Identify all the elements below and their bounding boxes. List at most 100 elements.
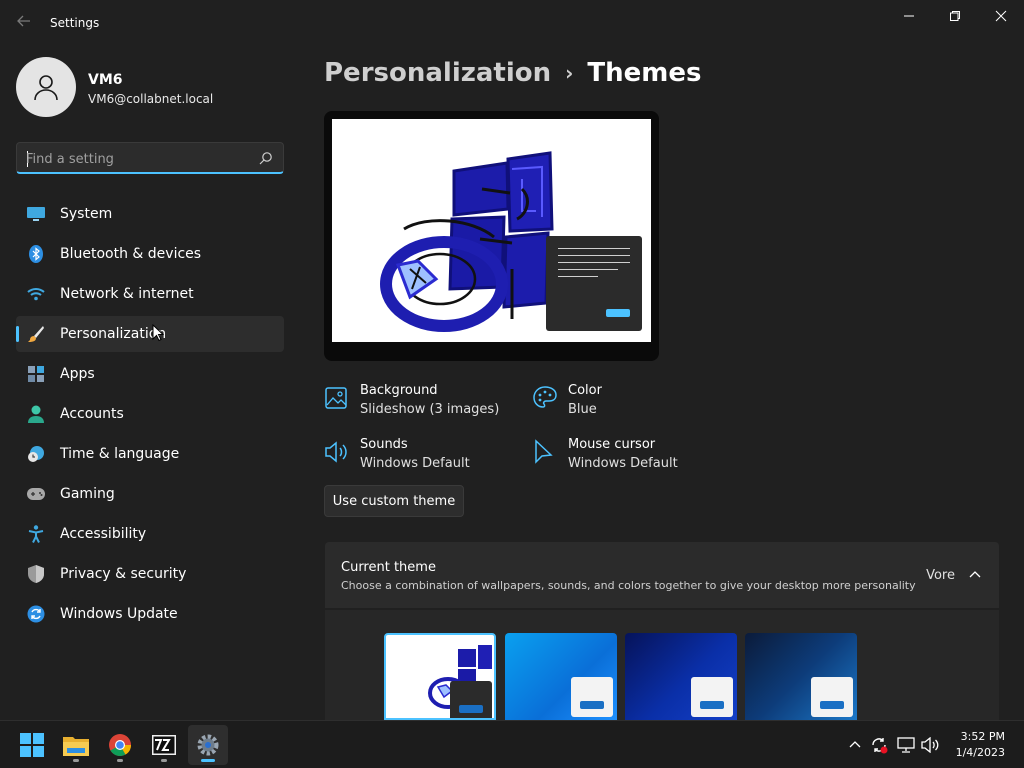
- shield-icon: [27, 565, 45, 583]
- sidebar-item-label: Accounts: [60, 406, 124, 422]
- chrome-icon: [109, 734, 131, 756]
- sidebar-item-privacy-security[interactable]: Privacy & security: [16, 556, 284, 592]
- sidebar-nav: System Bluetooth & devices Network & int…: [16, 196, 284, 636]
- image-icon: [325, 387, 347, 409]
- preview-line: [558, 269, 618, 270]
- background-setting[interactable]: Background Slideshow (3 images): [324, 383, 524, 423]
- sync-icon: [27, 605, 45, 623]
- search-input[interactable]: [26, 149, 246, 169]
- breadcrumb: Personalization › Themes: [324, 58, 701, 88]
- sidebar-item-label: Gaming: [60, 486, 115, 502]
- sidebar-item-network[interactable]: Network & internet: [16, 276, 284, 312]
- theme-gallery: [325, 610, 999, 720]
- mouse-cursor-title: Mouse cursor: [568, 437, 656, 452]
- mouse-cursor-setting[interactable]: Mouse cursor Windows Default: [532, 437, 712, 477]
- page-title: Themes: [587, 58, 702, 88]
- sync-error-icon: [872, 738, 888, 754]
- theme-thumbnail-button: [459, 705, 483, 713]
- brush-icon: [27, 325, 45, 343]
- color-setting[interactable]: Color Blue: [532, 383, 712, 423]
- theme-thumbnail-custom[interactable]: [384, 633, 496, 720]
- monitor-icon: [27, 205, 45, 223]
- preview-window: [546, 236, 642, 331]
- theme-thumbnail-button: [820, 701, 844, 709]
- sidebar-item-label: Bluetooth & devices: [60, 246, 202, 262]
- cursor-icon: [535, 439, 553, 464]
- start-button[interactable]: [12, 725, 52, 765]
- accessibility-icon: [27, 525, 45, 543]
- sidebar-item-label: Privacy & security: [60, 566, 187, 582]
- taskbar-chrome[interactable]: [100, 725, 140, 765]
- sounds-setting[interactable]: Sounds Windows Default: [324, 437, 524, 477]
- sidebar-item-apps[interactable]: Apps: [16, 356, 284, 392]
- chevron-up-icon: [849, 741, 861, 748]
- sidebar-item-accessibility[interactable]: Accessibility: [16, 516, 284, 552]
- sidebar-item-label: Apps: [60, 366, 95, 382]
- minimize-button[interactable]: [886, 0, 932, 32]
- palette-icon: [533, 386, 557, 408]
- avatar[interactable]: [16, 57, 76, 117]
- mouse-pointer-icon: [152, 324, 164, 342]
- network-icon: [897, 737, 915, 753]
- settings-icon: [197, 734, 219, 756]
- search-box[interactable]: [16, 142, 284, 174]
- sidebar-item-gaming[interactable]: Gaming: [16, 476, 284, 512]
- sidebar-item-label: Time & language: [60, 446, 180, 462]
- minimize-icon: [904, 15, 914, 17]
- sidebar-item-windows-update[interactable]: Windows Update: [16, 596, 284, 632]
- taskbar-file-explorer[interactable]: [56, 725, 96, 765]
- theme-thumbnail-window: [811, 677, 853, 717]
- theme-thumbnail-windows[interactable]: [745, 633, 857, 720]
- current-theme-description: Choose a combination of wallpapers, soun…: [341, 579, 916, 592]
- profile-name: VM6: [88, 72, 123, 88]
- background-title: Background: [360, 383, 438, 398]
- show-hidden-icons-button[interactable]: [845, 735, 865, 755]
- bluetooth-icon: [27, 245, 45, 263]
- network-status-button[interactable]: [896, 735, 916, 755]
- app-title: Settings: [50, 16, 100, 30]
- theme-thumbnail-dark[interactable]: [625, 633, 737, 720]
- running-indicator: [117, 759, 123, 762]
- active-indicator: [201, 759, 215, 762]
- sidebar-item-personalization[interactable]: Personalization: [16, 316, 284, 352]
- restore-icon: [950, 11, 960, 21]
- close-button[interactable]: [978, 0, 1024, 32]
- close-icon: [995, 10, 1007, 22]
- running-indicator: [161, 759, 167, 762]
- sidebar-item-label: Windows Update: [60, 606, 178, 622]
- sync-status-button[interactable]: [869, 735, 889, 755]
- sidebar-item-label: Accessibility: [60, 526, 147, 542]
- sounds-title: Sounds: [360, 437, 408, 452]
- search-icon[interactable]: [259, 151, 273, 165]
- back-button[interactable]: [14, 14, 34, 34]
- sidebar-item-system[interactable]: System: [16, 196, 284, 232]
- restore-button[interactable]: [932, 0, 978, 32]
- taskbar-settings[interactable]: [188, 725, 228, 765]
- title-bar: Settings: [0, 0, 1024, 48]
- preview-line: [558, 276, 598, 277]
- volume-button[interactable]: [920, 735, 940, 755]
- clock-time: 3:52 PM: [960, 730, 1005, 743]
- preview-button: [606, 309, 630, 317]
- preview-line: [558, 248, 630, 249]
- sidebar-item-label: Personalization: [60, 326, 167, 342]
- sidebar-item-time-language[interactable]: Time & language: [16, 436, 284, 472]
- theme-thumbnail-window: [691, 677, 733, 717]
- use-custom-theme-button[interactable]: Use custom theme: [324, 485, 464, 517]
- preview-line: [558, 262, 630, 263]
- volume-icon: [921, 737, 939, 753]
- clock-globe-icon: [27, 445, 45, 463]
- chevron-up-icon[interactable]: [969, 569, 981, 581]
- sidebar-item-accounts[interactable]: Accounts: [16, 396, 284, 432]
- theme-thumbnail-light[interactable]: [505, 633, 617, 720]
- sidebar-item-bluetooth[interactable]: Bluetooth & devices: [16, 236, 284, 272]
- taskbar-7zip[interactable]: [144, 725, 184, 765]
- sidebar-item-label: System: [60, 206, 113, 222]
- taskbar-clock[interactable]: 3:52 PM 1/4/2023: [956, 729, 1005, 761]
- breadcrumb-parent[interactable]: Personalization: [324, 58, 551, 88]
- mouse-cursor-value: Windows Default: [568, 456, 678, 471]
- current-theme-value: Vore: [926, 568, 955, 583]
- theme-thumbnail-window: [450, 681, 492, 718]
- current-theme-header[interactable]: Current theme Choose a combination of wa…: [325, 542, 999, 608]
- theme-thumbnail-window: [571, 677, 613, 717]
